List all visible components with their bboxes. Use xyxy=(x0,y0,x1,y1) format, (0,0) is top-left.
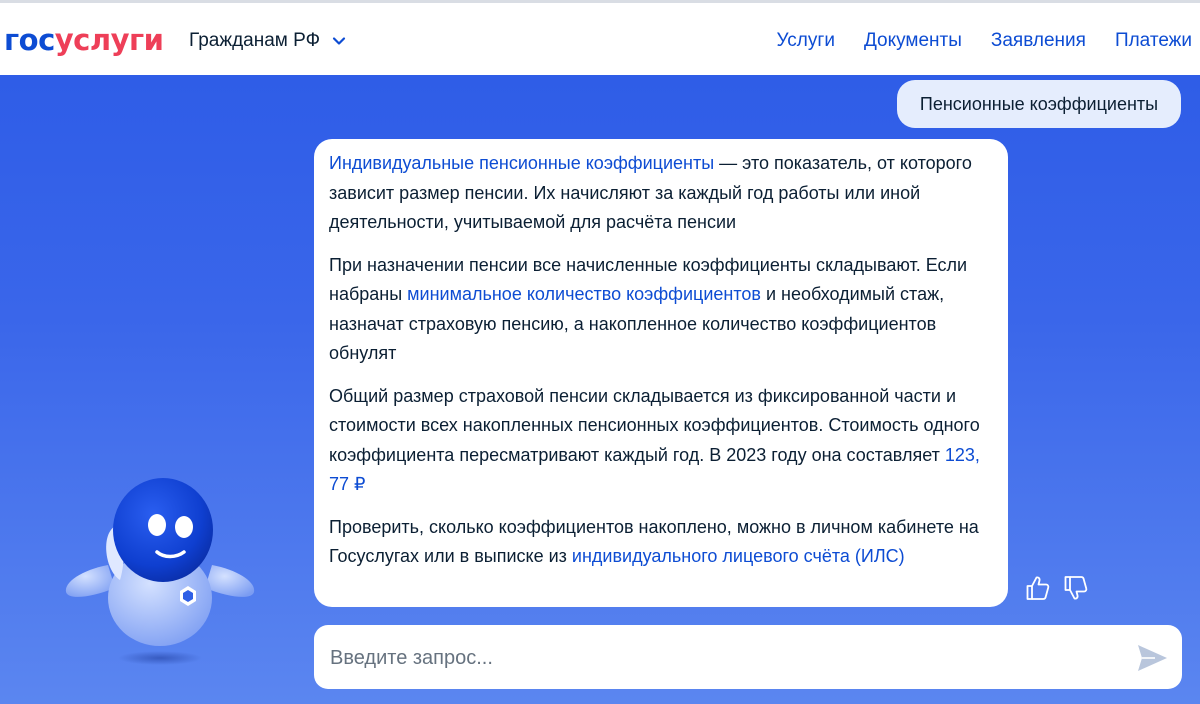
nav-link-applications[interactable]: Заявления xyxy=(991,30,1086,52)
bot-paragraph-4: Проверить, сколько коэффициентов накопле… xyxy=(329,513,994,572)
bot-p3-text: Общий размер страховой пенсии складывает… xyxy=(329,385,980,465)
bot-paragraph-2: При назначении пенсии все начисленные ко… xyxy=(329,251,994,369)
bot-paragraph-3: Общий размер страховой пенсии складывает… xyxy=(329,382,994,500)
nav-link-services[interactable]: Услуги xyxy=(777,30,835,52)
nav-link-documents[interactable]: Документы xyxy=(864,30,962,52)
logo-part-uslugi: услуги xyxy=(54,23,164,57)
thumbs-down-icon[interactable] xyxy=(1063,574,1089,602)
bot-paragraph-1: Индивидуальные пенсионные коэффициенты —… xyxy=(329,149,994,238)
chevron-down-icon xyxy=(332,37,346,45)
site-header: госуслуги Гражданам РФ Услуги Документы … xyxy=(0,3,1200,75)
main-nav: Услуги Документы Заявления Платежи xyxy=(777,30,1193,52)
logo-part-gos: гос xyxy=(4,23,55,57)
thumbs-up-icon[interactable] xyxy=(1025,574,1051,602)
robot-assistant-illustration xyxy=(65,478,255,665)
region-label: Гражданам РФ xyxy=(189,30,321,51)
chat-query-input[interactable] xyxy=(328,637,1122,679)
ils-link[interactable]: индивидуального лицевого счёта (ИЛС) xyxy=(572,546,905,566)
region-selector[interactable]: Гражданам РФ xyxy=(189,30,348,52)
user-message-text: Пенсионные коэффициенты xyxy=(919,93,1159,114)
nav-link-payments[interactable]: Платежи xyxy=(1115,30,1192,52)
chat-input-box xyxy=(314,625,1182,689)
send-icon[interactable] xyxy=(1135,642,1169,674)
gosuslugi-logo[interactable]: госуслуги xyxy=(4,23,164,57)
ipk-link[interactable]: Индивидуальные пенсионные коэффициенты xyxy=(329,153,714,173)
min-coefficients-link[interactable]: минимальное количество коэффициентов xyxy=(407,284,761,304)
bot-message-bubble: Индивидуальные пенсионные коэффициенты —… xyxy=(314,139,1008,607)
user-message-bubble: Пенсионные коэффициенты xyxy=(897,80,1181,128)
